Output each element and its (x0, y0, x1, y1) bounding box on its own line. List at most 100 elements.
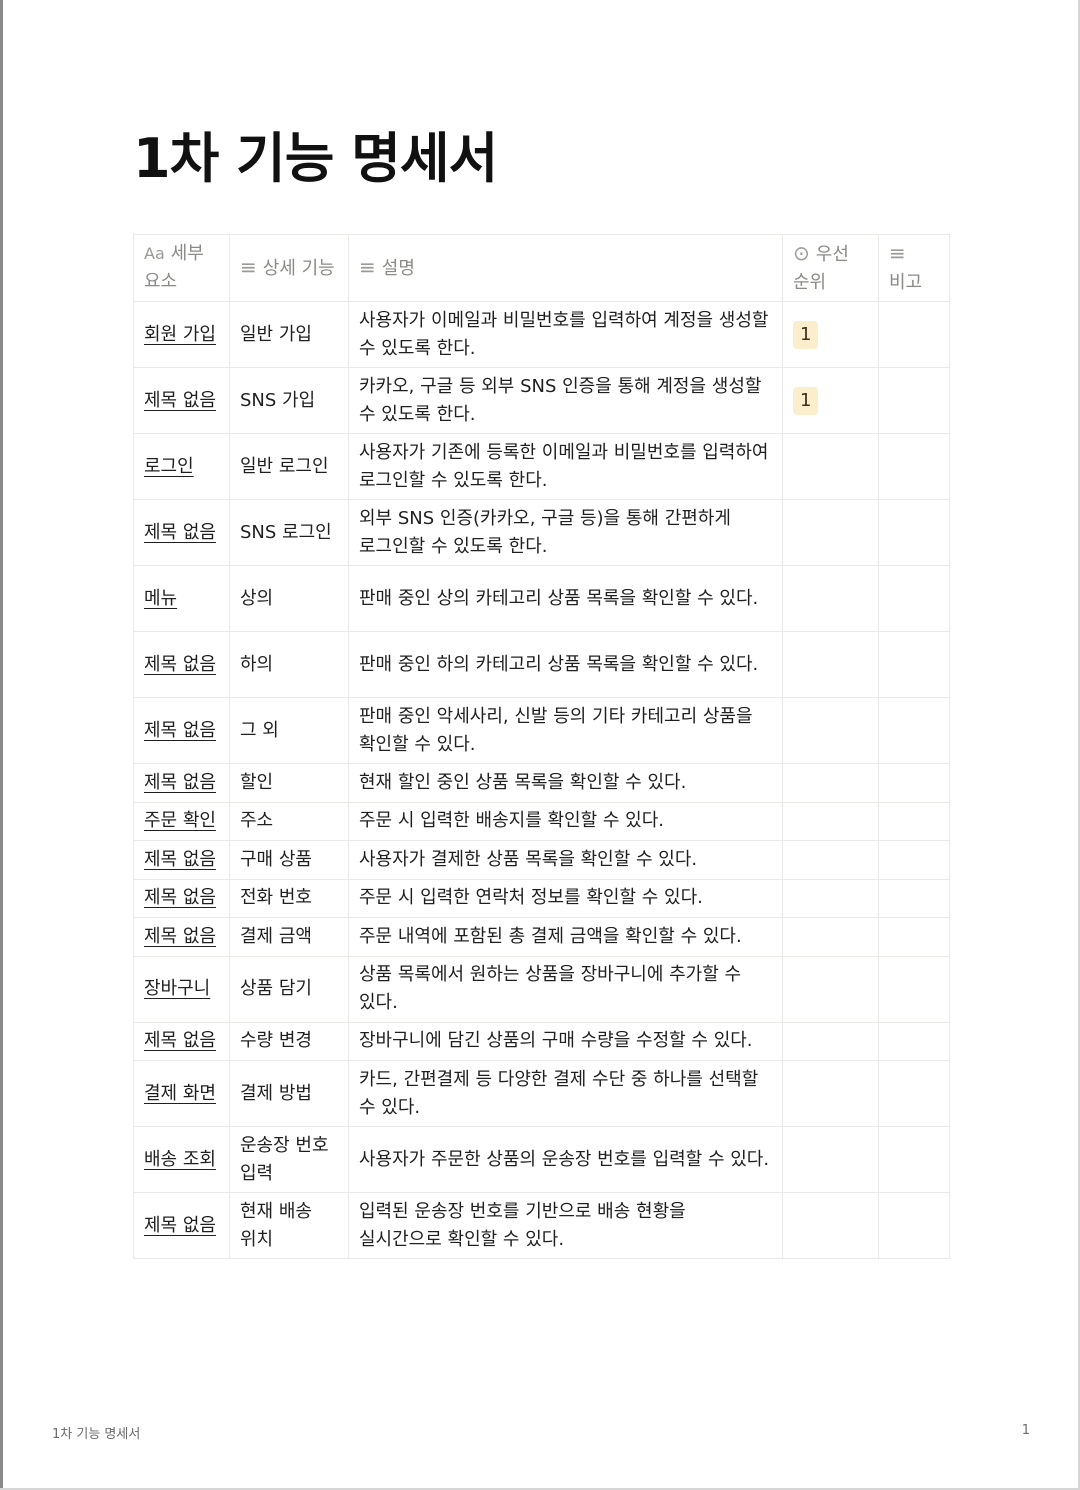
cell-feature: 수량 변경 (229, 1021, 349, 1061)
cell-description: 입력된 운송장 번호를 기반으로 배송 현황을 실시간으로 확인할 수 있다. (348, 1192, 783, 1259)
cell-feature: 상품 담기 (229, 955, 349, 1023)
row-title-link[interactable]: 결제 화면 (144, 1083, 216, 1104)
row-title-link[interactable]: 제목 없음 (144, 654, 216, 675)
cell-note (878, 1060, 950, 1127)
row-title-link[interactable]: 주문 확인 (144, 810, 216, 831)
cell-feature: SNS 가입 (229, 367, 349, 434)
table-row: 제목 없음 SNS 로그인 외부 SNS 인증(카카오, 구글 등)을 통해 간… (133, 499, 950, 566)
cell-element[interactable]: 배송 조회 (133, 1126, 230, 1193)
cell-element[interactable]: 결제 화면 (133, 1060, 230, 1127)
cell-element[interactable]: 제목 없음 (133, 763, 230, 803)
cell-note (878, 763, 950, 803)
cell-description: 사용자가 이메일과 비밀번호를 입력하여 계정을 생성할 수 있도록 한다. (348, 301, 783, 368)
text-lines-icon: ≡ (240, 255, 257, 279)
cell-priority (782, 840, 879, 880)
table-row: 제목 없음 하의 판매 중인 하의 카테고리 상품 목록을 확인할 수 있다. (133, 631, 950, 698)
page-edge (0, 0, 3, 1490)
row-title-link[interactable]: 장바구니 (144, 978, 210, 999)
row-title-link[interactable]: 제목 없음 (144, 772, 216, 793)
row-title-link[interactable]: 제목 없음 (144, 720, 216, 741)
row-title-link[interactable]: 제목 없음 (144, 849, 216, 870)
cell-element[interactable]: 메뉴 (133, 565, 230, 632)
column-header-priority[interactable]: ⊙ 우선 순위 (782, 234, 879, 302)
cell-element[interactable]: 제목 없음 (133, 840, 230, 880)
cell-feature: 구매 상품 (229, 840, 349, 880)
cell-feature: 전화 번호 (229, 878, 349, 918)
column-header-description[interactable]: ≡ 설명 (348, 234, 783, 302)
cell-priority (782, 1021, 879, 1061)
cell-priority (782, 697, 879, 764)
cell-priority (782, 878, 879, 918)
cell-element[interactable]: 제목 없음 (133, 697, 230, 764)
cell-priority (782, 433, 879, 500)
cell-feature: 현재 배송 위치 (229, 1192, 349, 1259)
text-lines-icon: ≡ (359, 255, 376, 279)
cell-note (878, 433, 950, 500)
cell-element[interactable]: 제목 없음 (133, 499, 230, 566)
row-title-link[interactable]: 메뉴 (144, 588, 177, 609)
cell-element[interactable]: 제목 없음 (133, 367, 230, 434)
table-row: 배송 조회 운송장 번호 입력 사용자가 주문한 상품의 운송장 번호를 입력할… (133, 1126, 950, 1193)
cell-priority (782, 1192, 879, 1259)
table-row: 장바구니 상품 담기 상품 목록에서 원하는 상품을 장바구니에 추가할 수 있… (133, 955, 950, 1023)
table-row: 제목 없음 SNS 가입 카카오, 구글 등 외부 SNS 인증을 통해 계정을… (133, 367, 950, 434)
select-icon: ⊙ (793, 241, 810, 265)
row-title-link[interactable]: 회원 가입 (144, 324, 216, 345)
text-lines-icon: ≡ (889, 241, 906, 265)
row-title-link[interactable]: 제목 없음 (144, 390, 216, 411)
table-row: 제목 없음 수량 변경 장바구니에 담긴 상품의 구매 수량을 수정할 수 있다… (133, 1021, 950, 1061)
cell-feature: 운송장 번호 입력 (229, 1126, 349, 1193)
cell-description: 카드, 간편결제 등 다양한 결제 수단 중 하나를 선택할 수 있다. (348, 1060, 783, 1127)
cell-note (878, 955, 950, 1023)
cell-note (878, 840, 950, 880)
priority-badge: 1 (793, 320, 819, 349)
row-title-link[interactable]: 배송 조회 (144, 1149, 216, 1170)
cell-priority: 1 (782, 301, 879, 368)
cell-description: 판매 중인 상의 카테고리 상품 목록을 확인할 수 있다. (348, 565, 783, 632)
column-header-feature[interactable]: ≡ 상세 기능 (229, 234, 349, 302)
cell-element[interactable]: 주문 확인 (133, 801, 230, 841)
cell-description: 장바구니에 담긴 상품의 구매 수량을 수정할 수 있다. (348, 1021, 783, 1061)
cell-element[interactable]: 제목 없음 (133, 1021, 230, 1061)
cell-element[interactable]: 제목 없음 (133, 878, 230, 918)
cell-description: 주문 내역에 포함된 총 결제 금액을 확인할 수 있다. (348, 917, 783, 957)
cell-note (878, 1021, 950, 1061)
cell-description: 사용자가 주문한 상품의 운송장 번호를 입력할 수 있다. (348, 1126, 783, 1193)
cell-element[interactable]: 장바구니 (133, 955, 230, 1023)
cell-priority (782, 631, 879, 698)
row-title-link[interactable]: 로그인 (144, 456, 194, 477)
row-title-link[interactable]: 제목 없음 (144, 1030, 216, 1051)
column-header-note[interactable]: ≡비고 (878, 234, 950, 302)
row-title-link[interactable]: 제목 없음 (144, 1215, 216, 1236)
cell-element[interactable]: 제목 없음 (133, 1192, 230, 1259)
table-row: 제목 없음 그 외 판매 중인 악세사리, 신발 등의 기타 카테고리 상품을 … (133, 697, 950, 764)
cell-element[interactable]: 로그인 (133, 433, 230, 500)
cell-feature: 그 외 (229, 697, 349, 764)
cell-feature: 하의 (229, 631, 349, 698)
table-row: 제목 없음 현재 배송 위치 입력된 운송장 번호를 기반으로 배송 현황을 실… (133, 1192, 950, 1259)
cell-element[interactable]: 회원 가입 (133, 301, 230, 368)
cell-priority (782, 917, 879, 957)
cell-description: 상품 목록에서 원하는 상품을 장바구니에 추가할 수 있다. (348, 955, 783, 1023)
column-header-element[interactable]: Aa 세부 요소 (133, 234, 230, 302)
cell-note (878, 917, 950, 957)
cell-description: 판매 중인 하의 카테고리 상품 목록을 확인할 수 있다. (348, 631, 783, 698)
table-header-row: Aa 세부 요소 ≡ 상세 기능 ≡ 설명 ⊙ 우선 순위 ≡비고 (133, 234, 950, 302)
cell-note (878, 1192, 950, 1259)
cell-priority (782, 1126, 879, 1193)
table-row: 제목 없음 전화 번호 주문 시 입력한 연락처 정보를 확인할 수 있다. (133, 878, 950, 918)
cell-feature: 결제 금액 (229, 917, 349, 957)
cell-priority (782, 499, 879, 566)
cell-element[interactable]: 제목 없음 (133, 917, 230, 957)
table-row: 회원 가입 일반 가입 사용자가 이메일과 비밀번호를 입력하여 계정을 생성할… (133, 301, 950, 368)
cell-note (878, 1126, 950, 1193)
page-title: 1차 기능 명세서 (133, 127, 498, 190)
cell-description: 주문 시 입력한 연락처 정보를 확인할 수 있다. (348, 878, 783, 918)
row-title-link[interactable]: 제목 없음 (144, 522, 216, 543)
row-title-link[interactable]: 제목 없음 (144, 926, 216, 947)
row-title-link[interactable]: 제목 없음 (144, 887, 216, 908)
cell-element[interactable]: 제목 없음 (133, 631, 230, 698)
cell-priority (782, 955, 879, 1023)
cell-description: 사용자가 결제한 상품 목록을 확인할 수 있다. (348, 840, 783, 880)
table-row: 제목 없음 구매 상품 사용자가 결제한 상품 목록을 확인할 수 있다. (133, 840, 950, 880)
